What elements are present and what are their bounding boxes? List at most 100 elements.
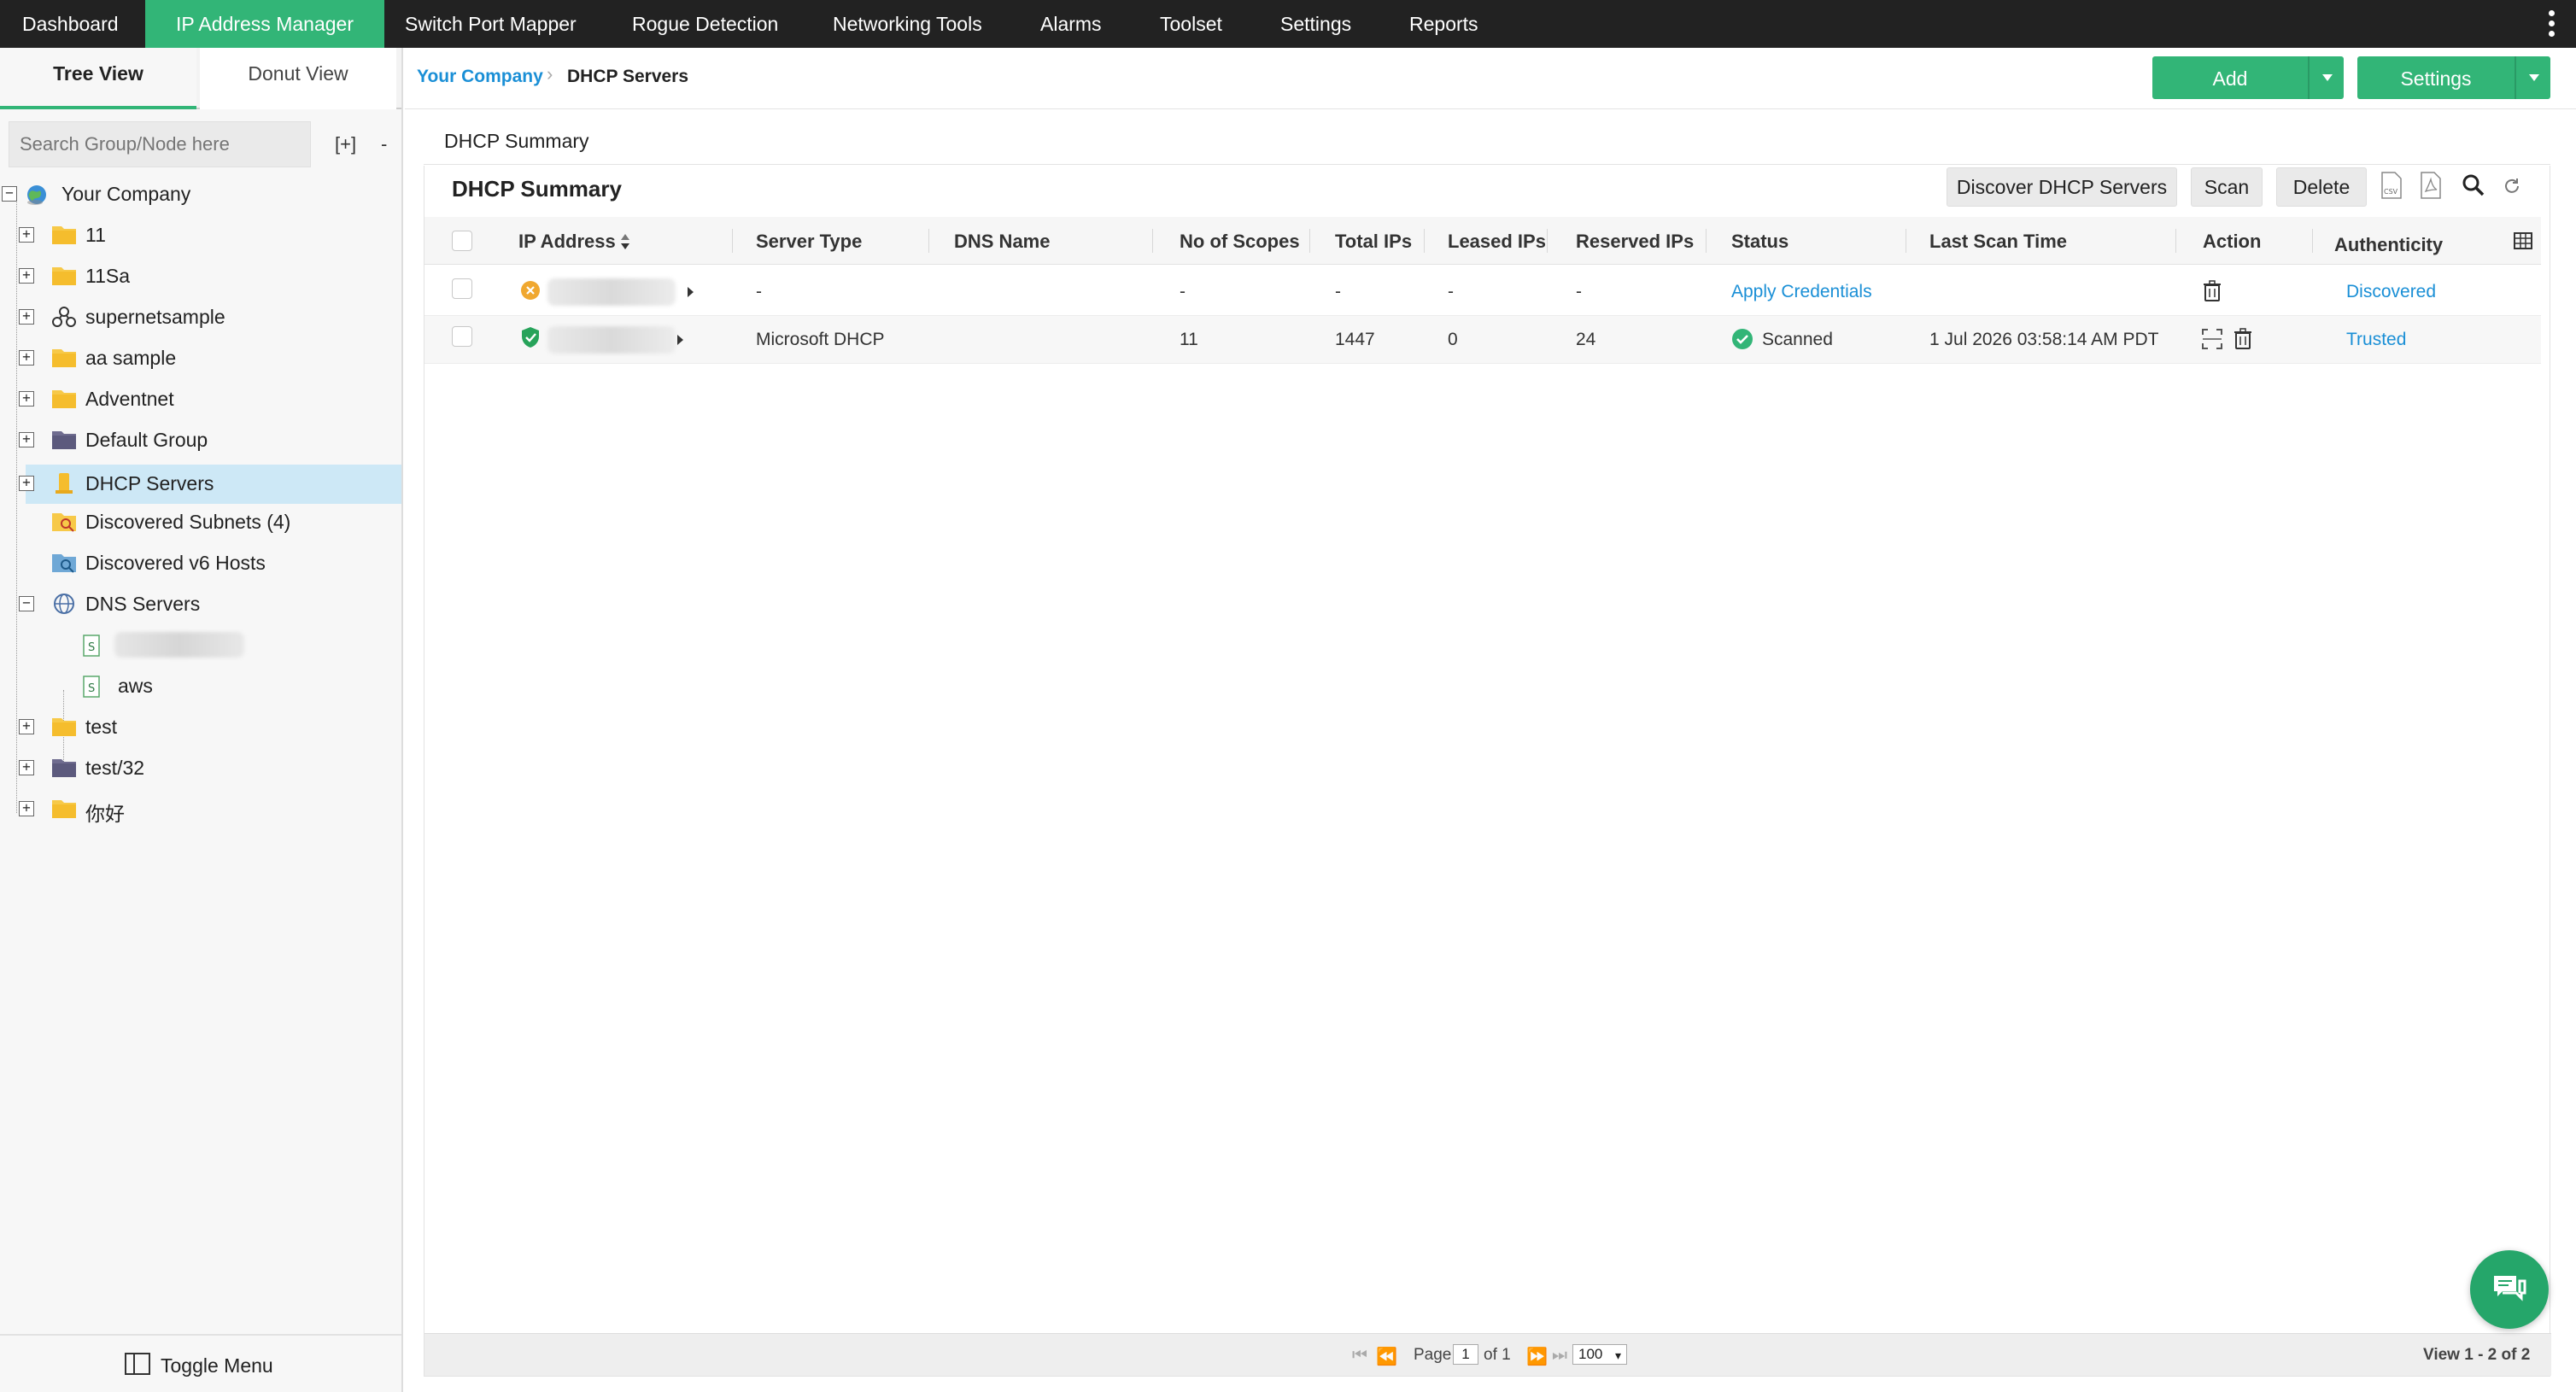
discover-dhcp-servers-button[interactable]: Discover DHCP Servers (1947, 167, 2177, 207)
export-pdf-icon[interactable] (2420, 171, 2442, 200)
tree-node-11[interactable]: + 11 (0, 219, 401, 253)
tree-node-dns-zone-redacted[interactable]: S (0, 629, 401, 663)
expand-toggle-icon[interactable]: + (19, 227, 34, 243)
tree-node-label: DNS Servers (85, 593, 201, 615)
settings-button[interactable]: Settings (2357, 56, 2550, 99)
export-csv-icon[interactable]: CSV (2380, 171, 2403, 200)
nav-settings[interactable]: Settings (1280, 0, 1351, 48)
folder-icon (51, 347, 77, 369)
tree-node-aa-sample[interactable]: + aa sample (0, 342, 401, 376)
tree-node-dhcp-servers[interactable]: + DHCP Servers (19, 465, 401, 504)
svg-text:CSV: CSV (2384, 188, 2398, 196)
authenticity-trusted-link[interactable]: Trusted (2346, 330, 2406, 350)
cell-last-scan: 1 Jul 2026 03:58:14 AM PDT (1929, 330, 2159, 349)
nav-rogue-detection[interactable]: Rogue Detection (632, 0, 778, 48)
expand-toggle-icon[interactable]: + (19, 309, 34, 325)
tree-node-discovered-subnets[interactable]: Discovered Subnets (4) (0, 506, 401, 540)
first-page-icon[interactable]: ⏮ (1352, 1346, 1367, 1366)
breadcrumb-root-link[interactable]: Your Company (417, 67, 543, 87)
tree-node-label: test (85, 716, 118, 738)
col-reserved-ips[interactable]: Reserved IPs (1576, 231, 1694, 253)
previous-page-icon[interactable]: ⏪ (1376, 1346, 1397, 1367)
tree-node-label: Your Company (61, 183, 191, 205)
toggle-menu-button[interactable]: Toggle Menu (0, 1334, 401, 1392)
collapse-all-button[interactable]: - (381, 133, 387, 155)
tab-donut-view[interactable]: Donut View (200, 48, 396, 109)
expand-toggle-icon[interactable]: + (19, 350, 34, 366)
nav-dashboard[interactable]: Dashboard (22, 0, 119, 48)
row-checkbox[interactable] (452, 326, 472, 347)
tree-node-nihao[interactable]: + 你好 (0, 793, 401, 827)
col-ip-address[interactable]: IP Address (518, 231, 616, 253)
expand-toggle-icon[interactable]: + (19, 801, 34, 816)
scan-button[interactable]: Scan (2191, 167, 2263, 207)
nav-alarms[interactable]: Alarms (1040, 0, 1102, 48)
scan-icon[interactable] (2201, 328, 2223, 354)
search-icon[interactable] (2462, 174, 2485, 203)
expand-row-icon[interactable] (677, 335, 683, 345)
tree-node-discovered-v6-hosts[interactable]: Discovered v6 Hosts (0, 547, 401, 581)
nav-toolset[interactable]: Toolset (1160, 0, 1222, 48)
next-page-icon[interactable]: ⏩ (1526, 1346, 1548, 1367)
expand-all-button[interactable]: [+] (335, 133, 356, 155)
col-leased-ips[interactable]: Leased IPs (1448, 231, 1546, 253)
collapse-toggle-icon[interactable]: − (19, 596, 34, 611)
top-navigation-bar: Dashboard IP Address Manager Switch Port… (0, 0, 2576, 48)
tree-node-default-group[interactable]: + Default Group (0, 424, 401, 458)
expand-toggle-icon[interactable]: + (19, 719, 34, 734)
expand-toggle-icon[interactable]: + (19, 432, 34, 447)
tree-node-dns-servers[interactable]: − DNS Servers (0, 588, 401, 622)
tab-tree-view[interactable]: Tree View (0, 48, 196, 109)
tree-node-test-32[interactable]: + test/32 (0, 752, 401, 786)
add-button[interactable]: Add (2152, 56, 2344, 99)
folder-icon (51, 224, 77, 246)
table-row[interactable]: - - - - - Apply Credentials Discovered (424, 268, 2541, 316)
add-dropdown-icon[interactable] (2308, 56, 2344, 99)
tree-search-input[interactable] (9, 121, 311, 167)
tree-node-supernetsample[interactable]: + supernetsample (0, 301, 401, 335)
more-options-icon[interactable] (2549, 10, 2556, 38)
expand-row-icon[interactable] (688, 287, 694, 297)
col-dns-name[interactable]: DNS Name (954, 231, 1050, 253)
column-chooser-icon[interactable] (2514, 232, 2532, 254)
expand-toggle-icon[interactable]: + (19, 760, 34, 775)
row-checkbox[interactable] (452, 278, 472, 299)
expand-toggle-icon[interactable]: + (19, 391, 34, 406)
last-page-icon[interactable]: ⏭ (1552, 1346, 1567, 1366)
col-no-of-scopes[interactable]: No of Scopes (1180, 231, 1300, 253)
chat-button[interactable] (2470, 1250, 2549, 1329)
select-all-checkbox[interactable] (452, 231, 472, 251)
v6-hosts-icon (51, 552, 77, 574)
page-number-input[interactable]: 1 (1453, 1344, 1478, 1365)
table-row[interactable]: Microsoft DHCP 11 1447 0 24 Scanned 1 Ju… (424, 316, 2541, 364)
cell-status: Scanned (1762, 330, 1833, 349)
chevron-right-icon: › (547, 63, 553, 85)
page-size-select[interactable]: 100 ▾ (1572, 1344, 1627, 1365)
col-authenticity[interactable]: Authenticity (2334, 234, 2443, 256)
col-status[interactable]: Status (1731, 231, 1789, 253)
nav-ip-address-manager[interactable]: IP Address Manager (145, 0, 384, 48)
expand-toggle-icon[interactable]: + (19, 476, 34, 491)
tree-node-11sa[interactable]: + 11Sa (0, 260, 401, 294)
tree-node-adventnet[interactable]: + Adventnet (0, 383, 401, 417)
cell-leased-ips: - (1448, 282, 1454, 301)
expand-toggle-icon[interactable]: + (19, 268, 34, 284)
tree-node-test[interactable]: + test (0, 711, 401, 745)
col-total-ips[interactable]: Total IPs (1335, 231, 1412, 253)
collapse-toggle-icon[interactable]: − (2, 186, 17, 202)
delete-button[interactable]: Delete (2276, 167, 2367, 207)
delete-icon[interactable] (2203, 280, 2222, 307)
tree-node-aws[interactable]: S aws (0, 670, 401, 704)
nav-reports[interactable]: Reports (1409, 0, 1478, 48)
delete-icon[interactable] (2234, 328, 2252, 354)
nav-networking-tools[interactable]: Networking Tools (833, 0, 982, 48)
col-last-scan-time[interactable]: Last Scan Time (1929, 231, 2067, 253)
apply-credentials-link[interactable]: Apply Credentials (1731, 282, 1872, 302)
col-server-type[interactable]: Server Type (756, 231, 862, 253)
settings-dropdown-icon[interactable] (2515, 56, 2550, 99)
refresh-icon[interactable] (2502, 176, 2524, 205)
nav-switch-port-mapper[interactable]: Switch Port Mapper (405, 0, 577, 48)
tree-node-your-company[interactable]: − Your Company (0, 178, 401, 212)
authenticity-discovered-link[interactable]: Discovered (2346, 282, 2436, 302)
sort-icon[interactable] (619, 232, 631, 255)
